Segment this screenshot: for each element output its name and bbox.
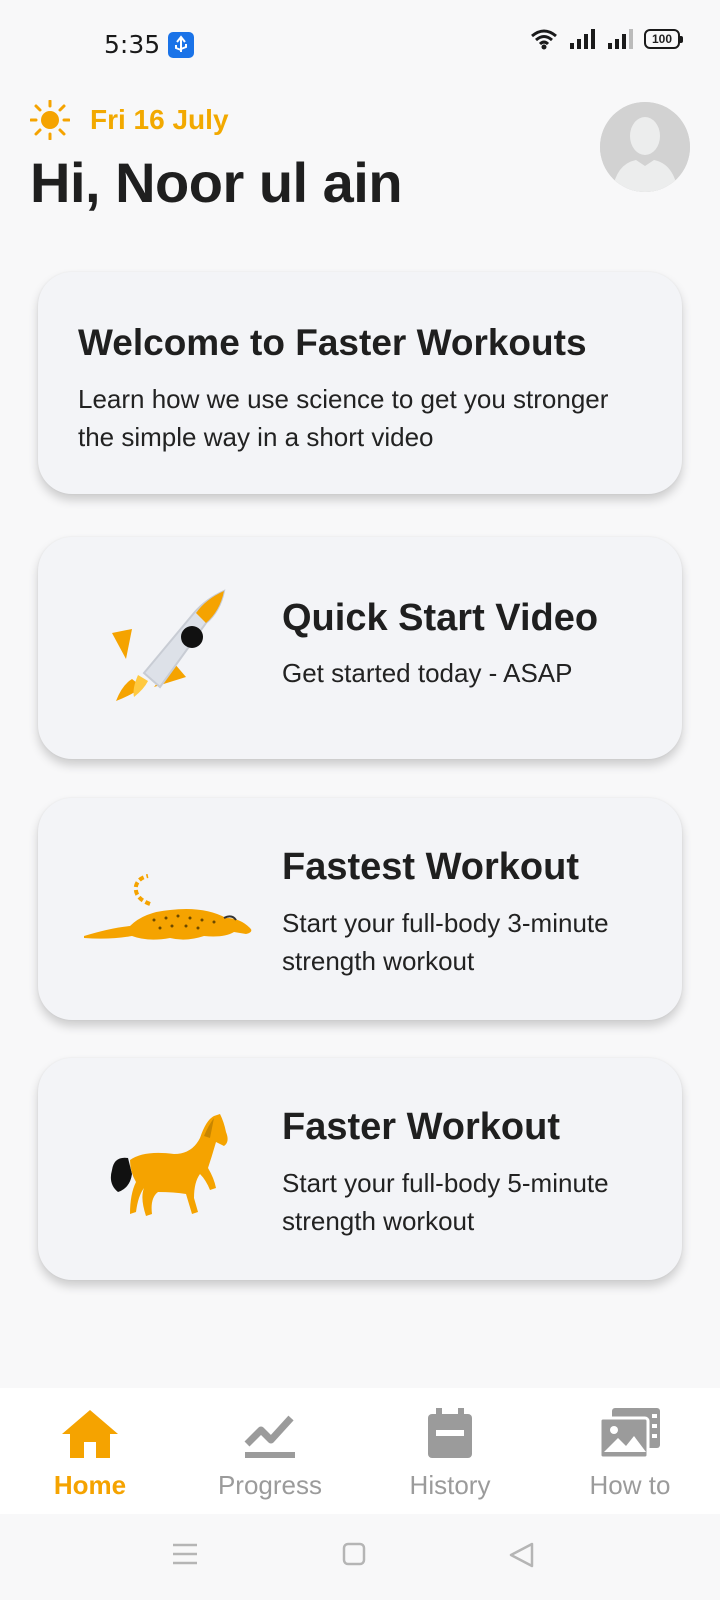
progress-icon [244, 1415, 295, 1458]
horse-icon [110, 1114, 228, 1216]
system-nav-bar [0, 1514, 720, 1600]
home-button-icon[interactable] [342, 1542, 366, 1566]
faster-workout-description: Start your full-body 5-minute strength w… [282, 1168, 609, 1236]
nav-progress-label: Progress [217, 1470, 323, 1500]
fastest-workout-title: Fastest Workout [282, 846, 580, 888]
date-label: Fri 16 July [90, 104, 229, 135]
status-bar: 5:35 100 [0, 0, 720, 90]
signal-icon [608, 29, 633, 49]
video-library-icon [598, 1408, 660, 1460]
fastest-workout-description: Start your full-body 3-minute strength w… [282, 908, 609, 976]
quick-start-title: Quick Start Video [282, 597, 599, 639]
wifi-icon [531, 29, 557, 50]
date-row: Fri 16 July [30, 100, 229, 140]
calendar-icon [428, 1408, 472, 1458]
sun-icon [30, 100, 70, 140]
welcome-description: Learn how we use science to get you stro… [78, 384, 609, 452]
status-time: 5:35 [104, 30, 161, 59]
recent-apps-icon[interactable] [172, 1542, 198, 1566]
greeting-title: Hi, Noor ul ain [30, 151, 403, 214]
nav-how-to-label: How to [589, 1470, 671, 1500]
nav-how-to[interactable]: How to [540, 1388, 720, 1514]
usb-debug-icon [168, 32, 194, 58]
nav-history[interactable]: History [360, 1388, 540, 1514]
nav-home[interactable]: Home [0, 1388, 180, 1514]
rocket-icon [112, 589, 226, 701]
bottom-nav: Home Progress History How to [0, 1388, 720, 1514]
quick-start-card[interactable]: Quick Start Video Get started today - AS… [38, 537, 682, 759]
welcome-title: Welcome to Faster Workouts [78, 322, 587, 363]
battery-icon: 100 [644, 29, 683, 49]
signal-icon [570, 29, 595, 49]
cheetah-icon [84, 874, 252, 940]
nav-home-label: Home [53, 1470, 127, 1500]
welcome-card[interactable]: Welcome to Faster Workouts Learn how we … [38, 272, 682, 494]
profile-avatar[interactable] [600, 102, 690, 192]
faster-workout-title: Faster Workout [282, 1106, 561, 1148]
nav-history-label: History [409, 1470, 491, 1500]
nav-progress[interactable]: Progress [180, 1388, 360, 1514]
faster-workout-card[interactable]: Faster Workout Start your full-body 5-mi… [38, 1058, 682, 1280]
quick-start-description: Get started today - ASAP [282, 658, 573, 688]
back-button-icon[interactable] [508, 1542, 534, 1568]
fastest-workout-card[interactable]: Fastest Workout Start your full-body 3-m… [38, 798, 682, 1020]
home-icon [62, 1410, 118, 1458]
status-icons: 100 [530, 28, 683, 50]
